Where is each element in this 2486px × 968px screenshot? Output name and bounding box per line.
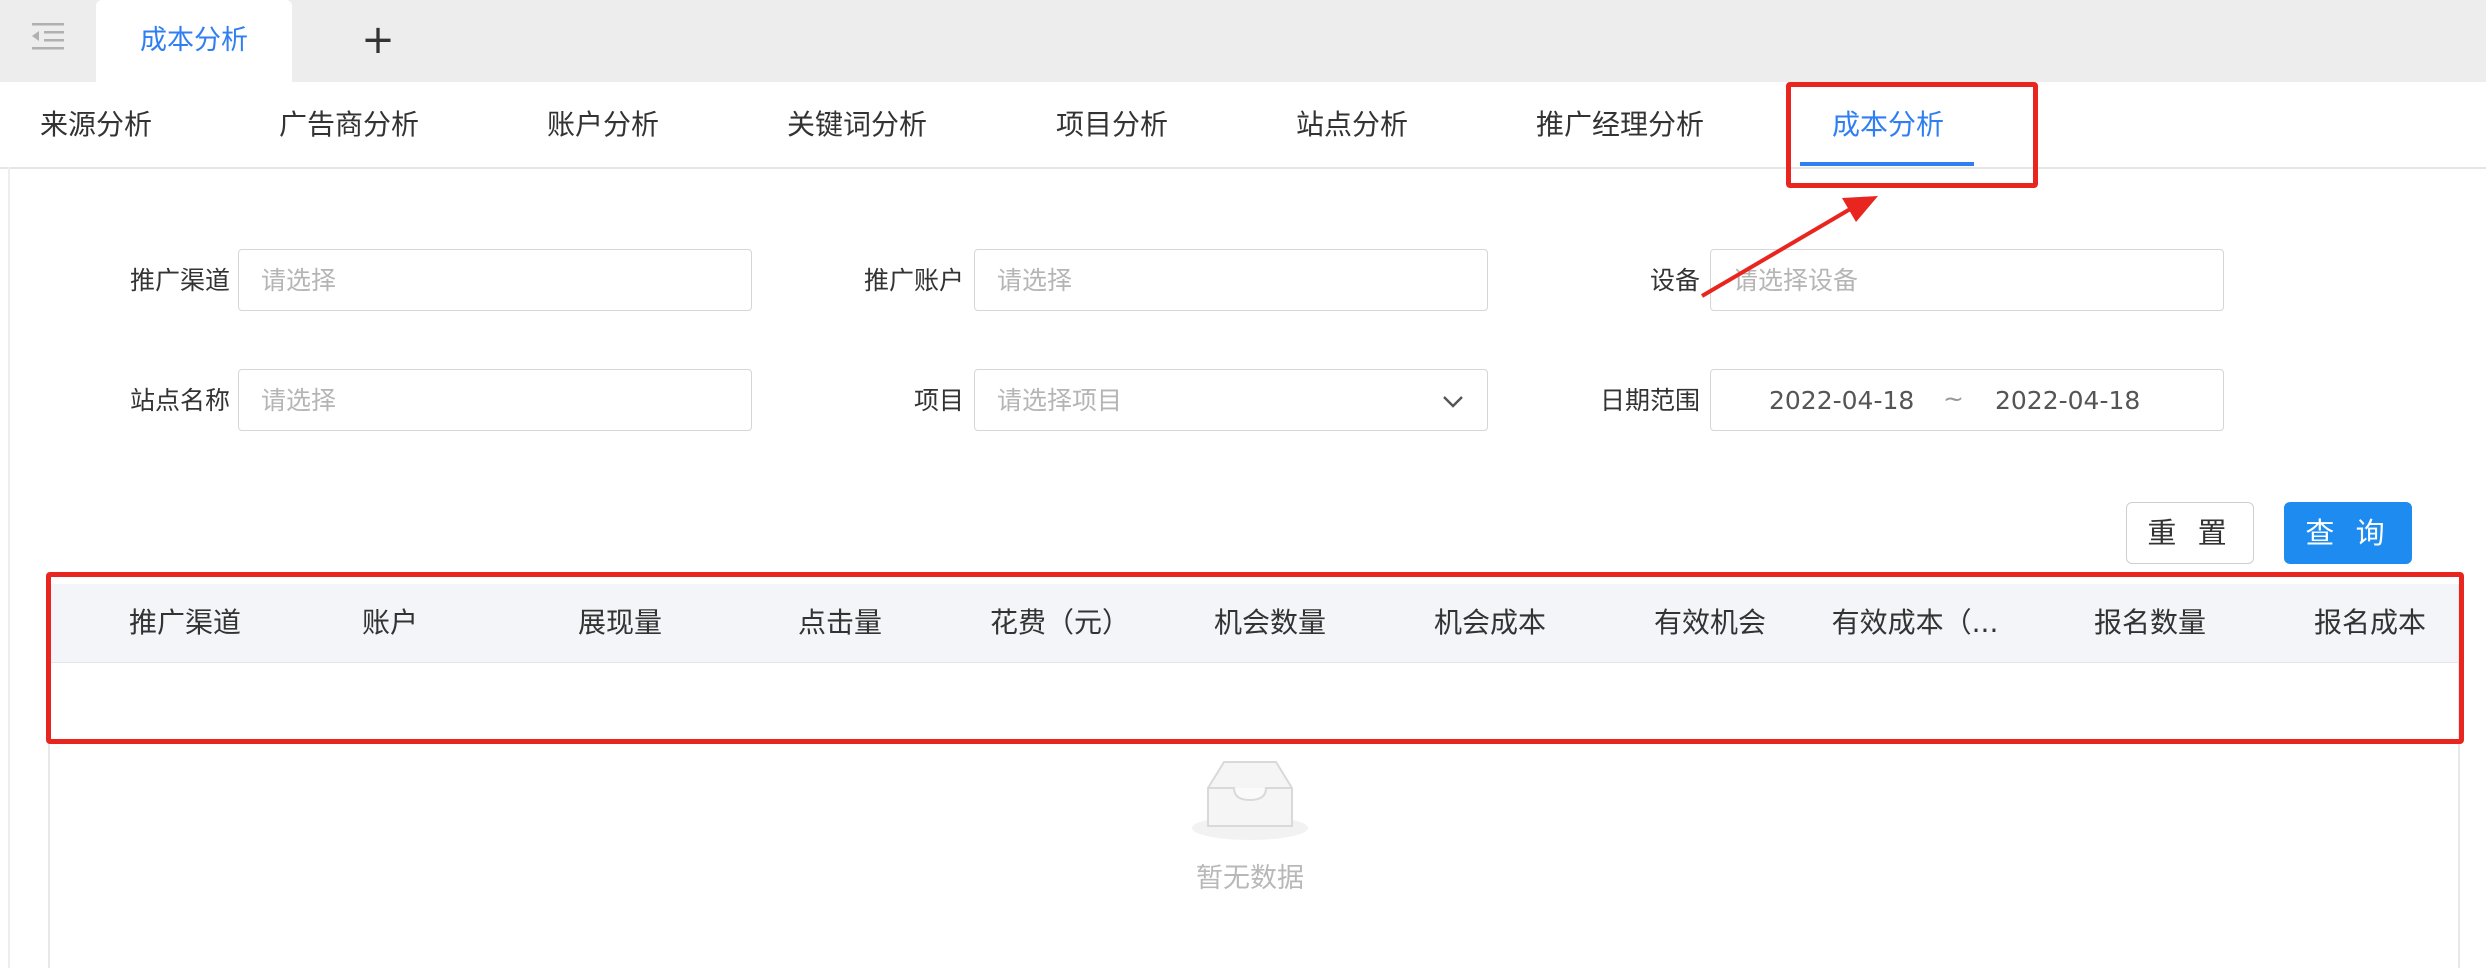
chevron-down-icon (1443, 396, 1463, 408)
tab-advertiser-analysis[interactable]: 广告商分析 (279, 82, 419, 167)
date-range-picker[interactable]: 2022-04-18 ~ 2022-04-18 (1710, 369, 2224, 431)
site-label: 站点名称 (129, 386, 230, 415)
add-tab-button[interactable]: + (356, 18, 400, 62)
inbox-icon (1192, 761, 1308, 840)
query-button[interactable]: 查 询 (2284, 502, 2412, 564)
tab-promotion-manager-analysis[interactable]: 推广经理分析 (1536, 82, 1704, 167)
channel-select[interactable]: 请选择 (238, 249, 752, 311)
empty-state-text: 暂无数据 (1196, 863, 1304, 894)
menu-fold-icon[interactable] (28, 16, 68, 56)
highlight-box-table-header (46, 572, 2464, 744)
account-placeholder: 请选择 (997, 266, 1073, 295)
tab-bar: 成本分析 + (0, 0, 2486, 82)
date-start[interactable]: 2022-04-18 (1769, 370, 1914, 432)
date-range-label: 日期范围 (1599, 386, 1700, 415)
project-placeholder: 请选择项目 (997, 386, 1123, 415)
tab-keyword-analysis[interactable]: 关键词分析 (787, 82, 927, 167)
page-tab-cost-analysis[interactable]: 成本分析 (96, 0, 292, 82)
project-label: 项目 (913, 386, 964, 415)
tab-project-analysis[interactable]: 项目分析 (1056, 82, 1168, 167)
device-select[interactable]: 请选择设备 (1710, 249, 2224, 311)
content-divider (8, 167, 10, 968)
account-label: 推广账户 (863, 266, 964, 295)
tab-source-analysis[interactable]: 来源分析 (40, 82, 152, 167)
reset-button[interactable]: 重 置 (2126, 502, 2254, 564)
channel-label: 推广渠道 (129, 266, 230, 295)
date-separator: ~ (1943, 384, 1964, 413)
site-select[interactable]: 请选择 (238, 369, 752, 431)
channel-placeholder: 请选择 (261, 266, 337, 295)
account-select[interactable]: 请选择 (974, 249, 1488, 311)
device-label: 设备 (1649, 266, 1700, 295)
project-select[interactable]: 请选择项目 (974, 369, 1488, 431)
device-placeholder: 请选择设备 (1733, 266, 1859, 295)
tab-site-analysis[interactable]: 站点分析 (1296, 82, 1408, 167)
cost-analysis-page: 成本分析 + 来源分析 广告商分析 账户分析 关键词分析 项目分析 站点分析 推… (0, 0, 2486, 968)
site-placeholder: 请选择 (261, 386, 337, 415)
date-end[interactable]: 2022-04-18 (1995, 370, 2140, 432)
tab-account-analysis[interactable]: 账户分析 (547, 82, 659, 167)
highlight-box-cost-tab (1786, 82, 2038, 188)
analysis-tabs: 来源分析 广告商分析 账户分析 关键词分析 项目分析 站点分析 推广经理分析 成… (0, 82, 2486, 169)
